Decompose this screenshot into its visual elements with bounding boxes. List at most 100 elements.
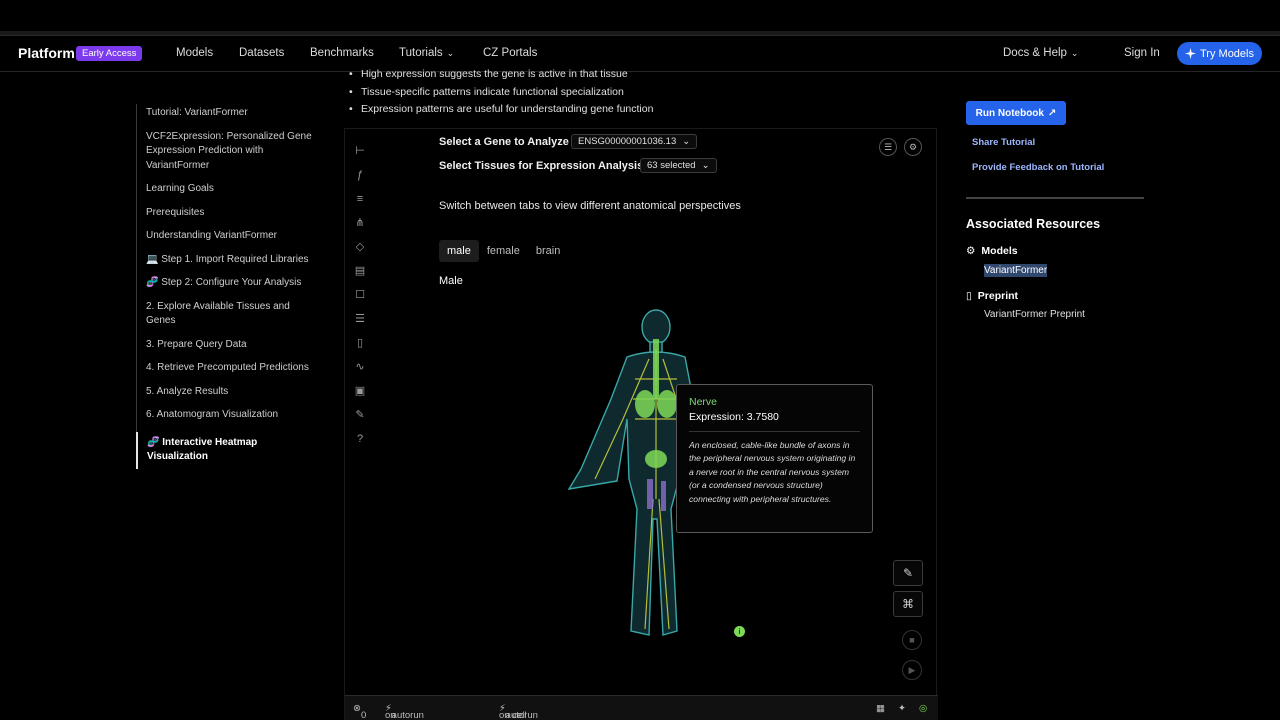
toc-item[interactable]: Understanding VariantFormer: [136, 229, 316, 253]
tissue-select-row: Select Tissues for Expression Analysis: [439, 160, 643, 172]
info-icon[interactable]: i: [734, 626, 745, 637]
top-nav: Platform Early Access Models Datasets Be…: [0, 36, 1280, 72]
tooltip-description: An enclosed, cable-like bundle of axons …: [689, 440, 856, 504]
notebook-cell: ⊢ ƒ ≡ ⋔ ◇ ▤ ☐ ☰ ▯ ∿ ▣ ✎ ? Select a Gene …: [344, 128, 938, 720]
nav-cz-portals[interactable]: CZ Portals: [483, 47, 537, 59]
notes-icon[interactable]: ▤: [354, 265, 366, 277]
toc-item[interactable]: Prerequisites: [136, 205, 316, 229]
status-ok-icon: ◎: [919, 703, 928, 714]
toc-item[interactable]: 3. Prepare Query Data: [136, 337, 316, 361]
toc-item[interactable]: 🧬 Step 2: Configure Your Analysis: [136, 276, 316, 300]
try-models-label: Try Models: [1200, 47, 1254, 60]
cell-change-setting[interactable]: on cell change: ⚡ autorun: [499, 703, 538, 720]
tissue-multiselect[interactable]: 63 selected ⌄: [640, 158, 717, 173]
package-icon[interactable]: ◇: [354, 241, 366, 253]
command-icon[interactable]: ⌘: [893, 591, 923, 617]
toc-item-active[interactable]: 🧬 Interactive Heatmap Visualization: [136, 431, 316, 469]
tree-icon[interactable]: ⊢: [354, 145, 366, 157]
list-icon[interactable]: ☰: [354, 313, 366, 325]
feedback-link[interactable]: Provide Feedback on Tutorial: [972, 162, 1104, 173]
toc-item[interactable]: 💻 Step 1. Import Required Libraries: [136, 252, 316, 276]
preprint-heading: ▯ Preprint: [966, 290, 1018, 302]
tutorial-toc: Tutorial: VariantFormer VCF2Expression: …: [136, 104, 316, 469]
tab-female[interactable]: female: [479, 240, 528, 262]
gear-icon: ⚙: [966, 245, 976, 257]
switch-instructions: Switch between tabs to view different an…: [439, 200, 741, 212]
tooltip-expression: Expression: 3.7580: [689, 411, 779, 423]
cell-footer: ⊗ 0 on startup: ⚡ autorun on cell change…: [345, 695, 938, 720]
bullet-item: High expression suggests the gene is act…: [349, 68, 653, 86]
toc-item[interactable]: Learning Goals: [136, 182, 316, 206]
nav-datasets[interactable]: Datasets: [239, 47, 284, 59]
settings-icon[interactable]: ⚙: [904, 138, 922, 156]
nav-benchmarks[interactable]: Benchmarks: [310, 47, 374, 59]
share-tutorial-link[interactable]: Share Tutorial: [972, 137, 1035, 148]
toc-item[interactable]: Tutorial: VariantFormer: [136, 104, 316, 130]
edit-note-icon[interactable]: ✎: [354, 409, 366, 421]
toc-item[interactable]: 2. Explore Available Tissues and Genes: [136, 299, 316, 338]
gene-select[interactable]: ENSG00000001036.13 ⌄: [571, 134, 698, 149]
run-notebook-button[interactable]: Run Notebook ↗: [966, 101, 1066, 125]
right-divider: [966, 197, 1144, 199]
error-count[interactable]: ⊗ 0: [353, 703, 366, 720]
try-models-button[interactable]: Try Models: [1177, 42, 1262, 65]
model-link-variantformer[interactable]: VariantFormer: [984, 264, 1048, 277]
cell-change-value: autorun: [505, 710, 538, 720]
early-access-badge: Early Access: [76, 46, 143, 61]
bullet-item: Tissue-specific patterns indicate functi…: [349, 86, 653, 104]
stop-icon[interactable]: ■: [902, 630, 922, 650]
toc-item[interactable]: VCF2Expression: Personalized Gene Expres…: [136, 129, 316, 182]
menu-icon[interactable]: ☰: [879, 138, 897, 156]
network-icon[interactable]: ⋔: [354, 217, 366, 229]
preprint-heading-label: Preprint: [977, 290, 1019, 302]
gene-select-label: Select a Gene to Analyze: [439, 136, 569, 148]
startup-setting[interactable]: on startup: ⚡ autorun: [385, 703, 424, 720]
nav-docs-help[interactable]: Docs & Help ⌄: [1003, 47, 1078, 59]
map-icon[interactable]: ▦: [876, 703, 885, 714]
preprint-link[interactable]: VariantFormer Preprint: [984, 309, 1085, 320]
sparkle-icon: [1185, 48, 1196, 59]
toc-item[interactable]: 6. Anatomogram Visualization: [136, 408, 316, 432]
chevron-down-icon: ⌄: [701, 160, 710, 171]
tooltip-divider: [689, 431, 860, 432]
models-heading: ⚙ Models: [966, 245, 1018, 257]
nav-tutorials[interactable]: Tutorials ⌄: [399, 47, 454, 59]
nav-docs-label: Docs & Help: [1003, 47, 1067, 59]
nav-models[interactable]: Models: [176, 47, 213, 59]
play-icon[interactable]: ▶: [902, 660, 922, 680]
magic-icon[interactable]: ✦: [898, 703, 906, 714]
document-icon: ▯: [966, 290, 972, 302]
error-count-value: 0: [360, 710, 367, 720]
chevron-down-icon: ⌄: [682, 136, 691, 147]
toc-item[interactable]: 5. Analyze Results: [136, 384, 316, 408]
nav-tutorials-label: Tutorials: [399, 47, 443, 59]
tab-male[interactable]: male: [439, 240, 479, 262]
intro-bullets: High expression suggests the gene is act…: [349, 68, 653, 121]
sign-in-button[interactable]: Sign In: [1124, 47, 1160, 59]
associated-resources-title: Associated Resources: [966, 217, 1101, 231]
document-icon[interactable]: ▯: [354, 337, 366, 349]
tissue-select-value: 63 selected: [647, 160, 696, 171]
edit-icon[interactable]: ✎: [893, 560, 923, 586]
toc-item[interactable]: 4. Retrieve Precomputed Predictions: [136, 361, 316, 385]
run-notebook-label: Run Notebook: [975, 107, 1044, 119]
tissue-tooltip: Nerve Expression: 3.7580 An enclosed, ca…: [676, 384, 873, 533]
bot-icon[interactable]: ☐: [354, 289, 366, 301]
brand-logo[interactable]: Platform: [18, 45, 75, 61]
tab-brain[interactable]: brain: [528, 240, 568, 262]
help-icon[interactable]: ?: [354, 433, 366, 445]
activity-icon[interactable]: ∿: [354, 361, 366, 373]
bullet-item: Expression patterns are useful for under…: [349, 103, 653, 121]
gene-select-value: ENSG00000001036.13: [578, 136, 677, 147]
anatomy-tabs: male female brain: [439, 240, 568, 262]
code-icon[interactable]: ▣: [354, 385, 366, 397]
startup-value: autorun: [391, 710, 424, 720]
view-title: Male: [439, 275, 463, 287]
cell-toolbar-rail: ⊢ ƒ ≡ ⋔ ◇ ▤ ☐ ☰ ▯ ∿ ▣ ✎ ?: [345, 129, 375, 459]
chevron-down-icon: ⌄: [446, 48, 455, 58]
models-heading-label: Models: [981, 245, 1018, 257]
window-top-strip: [0, 0, 1280, 36]
function-icon[interactable]: ƒ: [354, 169, 366, 181]
tissue-select-label: Select Tissues for Expression Analysis: [439, 160, 644, 172]
database-icon[interactable]: ≡: [354, 193, 366, 205]
